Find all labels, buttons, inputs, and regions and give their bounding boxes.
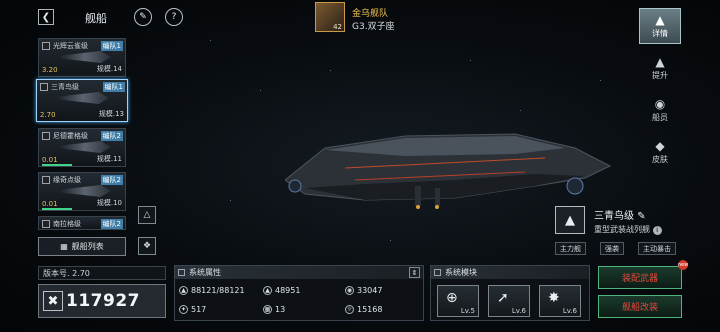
ship-thumbnail [59, 185, 111, 197]
ship-card[interactable]: 光辉云雀级 编队1 3.20 规模.14 [38, 38, 126, 77]
ship-card-selected[interactable]: 三青鸟级 编队1 2.70 规模.13 [36, 79, 128, 122]
fleet-list-button[interactable]: ▦ 舰船列表 [38, 237, 126, 256]
fleet-avatar[interactable]: 42 [315, 2, 345, 32]
role-tag: 强袭 [600, 242, 624, 255]
role-tag: 主力舰 [555, 242, 586, 255]
stat-shield: ◉ 33047 [345, 286, 383, 295]
sort-button[interactable]: ⇕ [409, 267, 420, 278]
ship-class-icon [42, 132, 50, 140]
role-tag: 主动暴击 [638, 242, 676, 255]
tab-upgrade[interactable]: ▲ 提升 [639, 50, 681, 86]
grid-icon: ▦ [263, 305, 272, 314]
fleet-location: G3.双子座 [352, 22, 395, 32]
ship-class-icon [42, 220, 50, 228]
stat-speed: ✦ 517 [179, 305, 207, 314]
ship-thumbnail [59, 51, 111, 63]
module-slot[interactable]: ⊕ Lv.5 [437, 285, 479, 317]
new-badge: new [677, 260, 689, 270]
chevron-left-icon: ❮ [41, 11, 51, 23]
list-icon [434, 269, 441, 276]
tab-detail[interactable]: ▲ 详情 [639, 8, 681, 44]
progress-bar [42, 164, 72, 166]
ship-3d-model[interactable] [285, 128, 615, 210]
ship-class-name[interactable]: 三青鸟级 ✎ [594, 207, 646, 222]
help-button[interactable]: ? [165, 8, 183, 26]
system-attributes-panel: 系统属性 ⇕ ▲ 88121/88121 ▲ 48951 ◉ 33047 ✦ 517 ▦… [174, 265, 424, 321]
back-button[interactable]: ❮ [38, 9, 54, 25]
equip-weapons-button[interactable]: 装配武器 [598, 266, 682, 289]
stat-energy: ☼ 15168 [345, 305, 383, 314]
hull-icon: ▲ [179, 286, 188, 295]
crew-icon: ◉ [654, 96, 666, 111]
system-modules-panel: 系统模块 ⊕ Lv.5 ➚ Lv.6 ✸ Lv.6 [430, 265, 590, 321]
version-label: 版本号. 2.70 [38, 266, 166, 280]
upgrade-icon: ▲ [655, 54, 665, 69]
energy-icon: ☼ [345, 305, 354, 314]
missile-icon: ➚ [497, 290, 509, 306]
ship-thumbnail [59, 141, 111, 153]
list-icon [178, 269, 185, 276]
module-slot[interactable]: ➚ Lv.6 [488, 285, 530, 317]
edit-fleet-button[interactable]: ✎ [134, 8, 152, 26]
armor-icon: ▲ [263, 286, 272, 295]
swords-icon: ✖ [43, 291, 63, 311]
progress-bar [42, 208, 72, 210]
speed-icon: ✦ [179, 305, 188, 314]
detail-icon: ▲ [655, 12, 665, 27]
info-icon[interactable]: i [652, 226, 662, 235]
ship-class-icon [42, 42, 50, 50]
page-title: 舰船 [85, 12, 107, 25]
question-icon: ? [171, 12, 177, 22]
ship-card[interactable]: 尼德霍格级 编队2 0.01 规模.11 [38, 128, 126, 167]
ship-refit-button[interactable]: 舰船改装 [598, 295, 682, 318]
feather-icon: ✎ [139, 12, 147, 22]
stat-hull: ▲ 88121/88121 [179, 286, 245, 295]
skin-icon: ◆ [655, 138, 665, 153]
wing-icon: ❖ [142, 241, 152, 251]
tab-crew[interactable]: ◉ 船员 [639, 92, 681, 128]
edit-icon[interactable]: ✎ [637, 211, 645, 222]
ship-thumbnail [57, 92, 109, 104]
combat-power: ✖ 117927 [38, 284, 166, 318]
module-slot[interactable]: ✸ Lv.6 [539, 285, 581, 317]
burst-icon: ✸ [548, 290, 560, 306]
tab-skin[interactable]: ◆ 皮肤 [639, 134, 681, 170]
stat-armor: ▲ 48951 [263, 286, 300, 295]
stat-grid: ▦ 13 [263, 305, 286, 314]
flame-icon: ▲ [565, 212, 575, 228]
formation-button[interactable]: △ [138, 206, 156, 224]
ship-card[interactable]: 缘奇点级 编队2 0.01 规模.10 [38, 172, 126, 211]
filter-button[interactable]: ❖ [138, 237, 156, 255]
formation-icon: △ [143, 210, 151, 220]
ship-class-icon [40, 83, 48, 91]
ship-class-icon [42, 176, 50, 184]
ship-card[interactable]: 南拉格级 编队2 [38, 216, 126, 230]
shield-icon: ◉ [345, 286, 354, 295]
grid-icon: ▦ [60, 242, 68, 251]
ship-class-badge: ▲ [555, 206, 585, 234]
fleet-name: 金乌舰队 [352, 9, 389, 19]
ship-type: 重型武装战列舰 i [594, 224, 662, 235]
target-icon: ⊕ [446, 290, 458, 306]
